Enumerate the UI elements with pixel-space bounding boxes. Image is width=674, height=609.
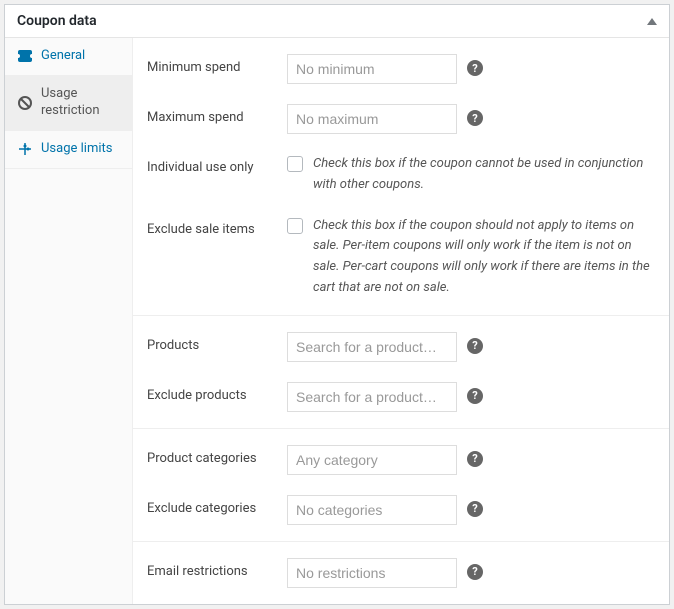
panel-title: Coupon data bbox=[17, 13, 97, 29]
row-products: Products ? bbox=[133, 322, 669, 372]
label-individual-use: Individual use only bbox=[147, 154, 275, 175]
label-exclude-sale: Exclude sale items bbox=[147, 216, 275, 237]
help-icon[interactable]: ? bbox=[467, 110, 483, 126]
row-exclude-products: Exclude products ? bbox=[133, 372, 669, 422]
label-minimum-spend: Minimum spend bbox=[147, 54, 275, 75]
exclude-sale-description: Check this box if the coupon should not … bbox=[313, 216, 655, 299]
row-minimum-spend: Minimum spend ? bbox=[133, 44, 669, 94]
exclude-categories-input[interactable] bbox=[287, 495, 457, 525]
content-area: Minimum spend ? Maximum spend ? Individu… bbox=[133, 38, 669, 604]
tabs-sidebar: General Usage restriction Usage limits bbox=[5, 38, 133, 604]
tab-usage-restriction[interactable]: Usage restriction bbox=[5, 76, 132, 131]
row-email-restrictions: Email restrictions ? bbox=[133, 548, 669, 598]
maximum-spend-input[interactable] bbox=[287, 104, 457, 134]
sliders-icon bbox=[17, 142, 33, 156]
label-exclude-products: Exclude products bbox=[147, 382, 275, 403]
row-exclude-sale: Exclude sale items Check this box if the… bbox=[133, 206, 669, 309]
email-restrictions-input[interactable] bbox=[287, 558, 457, 588]
minimum-spend-input[interactable] bbox=[287, 54, 457, 84]
label-exclude-categories: Exclude categories bbox=[147, 495, 275, 516]
row-maximum-spend: Maximum spend ? bbox=[133, 94, 669, 144]
group-categories: Product categories ? Exclude categories … bbox=[133, 429, 669, 542]
tab-usage-restriction-label: Usage restriction bbox=[41, 86, 120, 120]
help-icon[interactable]: ? bbox=[467, 564, 483, 580]
panel-header: Coupon data bbox=[5, 5, 669, 38]
products-input[interactable] bbox=[287, 332, 457, 362]
label-email-restrictions: Email restrictions bbox=[147, 558, 275, 579]
help-icon[interactable]: ? bbox=[467, 388, 483, 404]
exclude-products-input[interactable] bbox=[287, 382, 457, 412]
ban-icon bbox=[17, 96, 33, 110]
collapse-toggle-icon[interactable] bbox=[647, 18, 657, 25]
help-icon[interactable]: ? bbox=[467, 60, 483, 76]
exclude-sale-checkbox[interactable] bbox=[287, 218, 303, 234]
coupon-data-panel: Coupon data General Usage restriction bbox=[4, 4, 670, 605]
group-spend: Minimum spend ? Maximum spend ? Individu… bbox=[133, 38, 669, 316]
ticket-icon bbox=[17, 50, 33, 62]
label-maximum-spend: Maximum spend bbox=[147, 104, 275, 125]
row-individual-use: Individual use only Check this box if th… bbox=[133, 144, 669, 206]
tab-general-label: General bbox=[41, 48, 120, 65]
row-product-categories: Product categories ? bbox=[133, 435, 669, 485]
group-email: Email restrictions ? bbox=[133, 542, 669, 604]
product-categories-input[interactable] bbox=[287, 445, 457, 475]
panel-body: General Usage restriction Usage limits M… bbox=[5, 38, 669, 604]
help-icon[interactable]: ? bbox=[467, 501, 483, 517]
help-icon[interactable]: ? bbox=[467, 451, 483, 467]
label-products: Products bbox=[147, 332, 275, 353]
tab-usage-limits[interactable]: Usage limits bbox=[5, 131, 132, 169]
label-product-categories: Product categories bbox=[147, 445, 275, 466]
tab-usage-limits-label: Usage limits bbox=[41, 141, 120, 158]
group-products: Products ? Exclude products ? bbox=[133, 316, 669, 429]
tab-general[interactable]: General bbox=[5, 38, 132, 76]
individual-use-checkbox[interactable] bbox=[287, 156, 303, 172]
help-icon[interactable]: ? bbox=[467, 338, 483, 354]
individual-use-description: Check this box if the coupon cannot be u… bbox=[313, 154, 655, 196]
row-exclude-categories: Exclude categories ? bbox=[133, 485, 669, 535]
